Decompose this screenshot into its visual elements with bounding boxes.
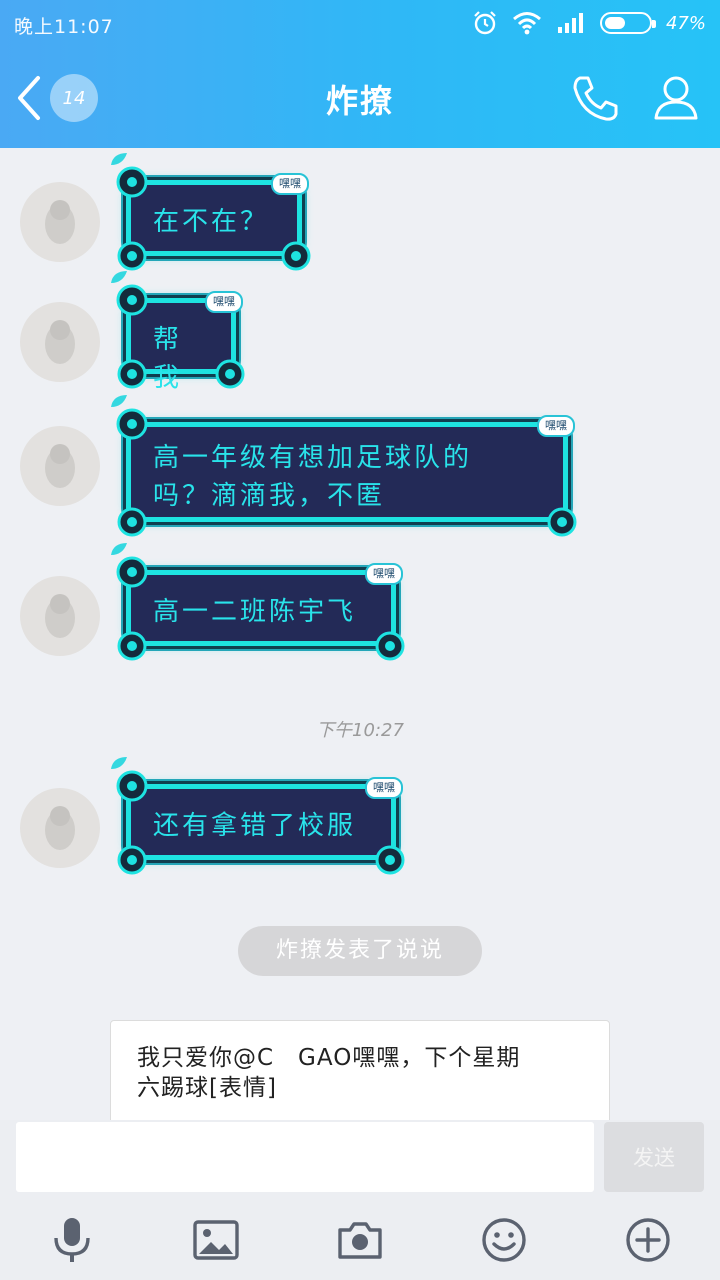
message-text-line: 高一年级有想加足球队的 (153, 443, 473, 473)
post-text-line: 我只爱你@C GAO嘿嘿，下个星期 (137, 1045, 521, 1071)
avatar[interactable] (20, 788, 100, 868)
message-row: 嘿嘿 高一年级有想加足球队的 吗？滴滴我，不匿 (0, 395, 720, 546)
person-icon (654, 76, 698, 120)
bubble-tag: 嘿嘿 (365, 563, 403, 585)
penguin-avatar-icon (45, 806, 75, 850)
more-button[interactable] (624, 1216, 672, 1264)
message-text: 在不在？ (153, 207, 270, 237)
message-text: 高一二班陈宇飞 (153, 597, 357, 627)
message-row: 嘿嘿 在不在？ (0, 153, 720, 280)
penguin-avatar-icon (45, 320, 75, 364)
message-row: 嘿嘿 还有拿错了校服 (0, 757, 720, 888)
message-bubble[interactable]: 嘿嘿 在不在？ (111, 153, 311, 271)
alarm-icon (474, 11, 496, 35)
message-text: 还有拿错了校服 (153, 811, 357, 841)
voice-button[interactable] (48, 1216, 96, 1264)
message-bubble[interactable]: 嘿嘿 高一年级有想加足球队的 吗？滴滴我，不匿 (111, 395, 577, 537)
bubble-tag: 嘿嘿 (537, 415, 575, 437)
message-row: 嘿嘿 帮我 (0, 271, 720, 404)
message-text: 帮我 (153, 325, 183, 393)
top-bar: 晚上11:07 47% 14 炸撩 (0, 0, 720, 148)
penguin-avatar-icon (45, 594, 75, 638)
plus-circle-icon (626, 1218, 670, 1262)
image-button[interactable] (192, 1216, 240, 1264)
phone-icon (573, 76, 618, 121)
bubble-tag: 嘿嘿 (205, 291, 243, 313)
bubble-tag: 嘿嘿 (365, 777, 403, 799)
message-bubble[interactable]: 嘿嘿 帮我 (111, 271, 245, 393)
message-row: 嘿嘿 高一二班陈宇飞 (0, 543, 720, 676)
timestamp: 下午10:27 (316, 720, 404, 741)
avatar[interactable] (20, 576, 100, 656)
message-bubble[interactable]: 嘿嘿 高一二班陈宇飞 (111, 543, 405, 661)
camera-icon (338, 1222, 382, 1259)
emoji-button[interactable] (480, 1216, 528, 1264)
bubble-tag: 嘿嘿 (271, 173, 309, 195)
message-input[interactable] (16, 1122, 594, 1192)
penguin-avatar-icon (45, 444, 75, 488)
avatar[interactable] (20, 182, 100, 262)
battery-icon (599, 12, 656, 34)
microphone-icon (54, 1218, 90, 1262)
battery-level (604, 17, 625, 29)
signal-icon (557, 13, 583, 33)
message-text-line: 吗？滴滴我，不匿 (153, 481, 386, 511)
system-notice[interactable]: 炸撩发表了说说 (238, 926, 482, 976)
call-button[interactable] (570, 72, 622, 124)
profile-button[interactable] (650, 72, 702, 124)
avatar[interactable] (20, 426, 100, 506)
chat-area[interactable]: 嘿嘿 在不在？ 嘿嘿 帮我 嘿嘿 高一年级有想加足球队的 吗？滴滴我，不匿 嘿嘿… (0, 148, 720, 1130)
camera-button[interactable] (336, 1216, 384, 1264)
smiley-icon (482, 1218, 526, 1262)
battery-text: 47% (665, 12, 706, 34)
wifi-icon (513, 12, 541, 35)
input-area: 发送 (0, 1120, 720, 1280)
post-card[interactable]: 我只爱你@C GAO嘿嘿，下个星期 六踢球[表情] (110, 1020, 610, 1130)
penguin-avatar-icon (45, 200, 75, 244)
status-icons: 47% (472, 10, 706, 36)
status-time: 晚上11:07 (14, 16, 114, 38)
image-icon (193, 1220, 239, 1260)
message-bubble[interactable]: 嘿嘿 还有拿错了校服 (111, 757, 405, 875)
post-text-line: 六踢球[表情] (137, 1075, 277, 1101)
send-button[interactable]: 发送 (604, 1122, 704, 1192)
avatar[interactable] (20, 302, 100, 382)
